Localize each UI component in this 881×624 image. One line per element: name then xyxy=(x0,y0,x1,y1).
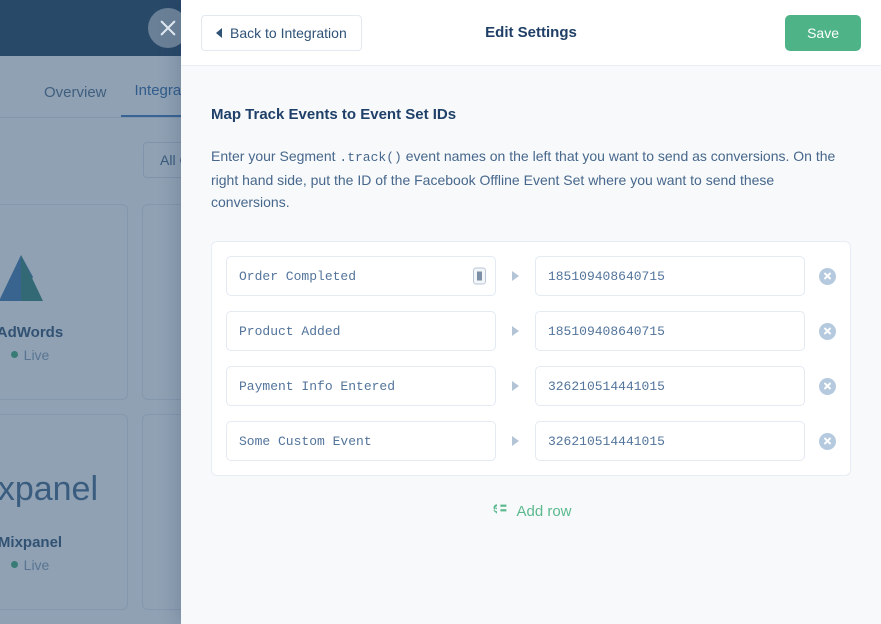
event-set-id-input[interactable]: 326210514441015 xyxy=(535,421,805,461)
close-icon xyxy=(158,18,178,38)
mapping-row: Some Custom Event 326210514441015 xyxy=(226,421,836,461)
modal-header: Back to Integration Edit Settings Save xyxy=(181,0,881,66)
event-name-input[interactable]: Some Custom Event xyxy=(226,421,496,461)
event-name-input[interactable]: Order Completed xyxy=(226,256,496,296)
event-set-id-value: 326210514441015 xyxy=(548,379,665,394)
add-row-button[interactable]: Add row xyxy=(211,501,851,521)
remove-row-button[interactable] xyxy=(819,268,836,285)
remove-icon xyxy=(823,272,832,281)
modal-body: Map Track Events to Event Set IDs Enter … xyxy=(181,66,881,521)
remove-row-button[interactable] xyxy=(819,378,836,395)
arrow-right-icon xyxy=(512,326,519,336)
mapping-arrow xyxy=(496,271,535,281)
event-set-id-input[interactable]: 185109408640715 xyxy=(535,311,805,351)
event-mapping-card: Order Completed 185109408640715 xyxy=(211,241,851,476)
event-name-input[interactable]: Payment Info Entered xyxy=(226,366,496,406)
add-row-label: Add row xyxy=(516,503,571,520)
remove-icon xyxy=(823,327,832,336)
mapping-arrow xyxy=(496,326,535,336)
event-set-id-value: 326210514441015 xyxy=(548,434,665,449)
back-button-label: Back to Integration xyxy=(230,25,347,41)
screen-root: Activity Sources Overview Integrations D… xyxy=(0,0,881,624)
event-set-id-input[interactable]: 326210514441015 xyxy=(535,366,805,406)
section-description: Enter your Segment .track() event names … xyxy=(211,145,851,213)
mapping-arrow xyxy=(496,436,535,446)
chevron-left-icon xyxy=(216,28,222,38)
arrow-right-icon xyxy=(512,381,519,391)
arrow-right-icon xyxy=(512,271,519,281)
remove-row-button[interactable] xyxy=(819,433,836,450)
event-name-value: Payment Info Entered xyxy=(239,379,395,394)
remove-icon xyxy=(823,382,832,391)
save-button[interactable]: Save xyxy=(785,15,861,51)
add-row-icon xyxy=(490,501,507,521)
event-name-value: Product Added xyxy=(239,324,340,339)
mapping-row: Payment Info Entered 326210514441015 xyxy=(226,366,836,406)
text-cursor-icon xyxy=(473,268,486,285)
back-to-integration-button[interactable]: Back to Integration xyxy=(201,15,362,51)
edit-settings-modal: Back to Integration Edit Settings Save M… xyxy=(181,0,881,624)
remove-icon xyxy=(823,437,832,446)
event-set-id-value: 185109408640715 xyxy=(548,324,665,339)
event-name-input[interactable]: Product Added xyxy=(226,311,496,351)
track-code-snippet: .track() xyxy=(339,150,401,165)
event-name-value: Some Custom Event xyxy=(239,434,372,449)
remove-row-button[interactable] xyxy=(819,323,836,340)
mapping-arrow xyxy=(496,381,535,391)
arrow-right-icon xyxy=(512,436,519,446)
mapping-row: Order Completed 185109408640715 xyxy=(226,256,836,296)
section-title: Map Track Events to Event Set IDs xyxy=(211,106,851,123)
event-set-id-input[interactable]: 185109408640715 xyxy=(535,256,805,296)
description-part-1: Enter your Segment xyxy=(211,148,339,164)
event-name-value: Order Completed xyxy=(239,269,356,284)
mapping-row: Product Added 185109408640715 xyxy=(226,311,836,351)
event-set-id-value: 185109408640715 xyxy=(548,269,665,284)
close-modal-button[interactable] xyxy=(148,8,188,48)
